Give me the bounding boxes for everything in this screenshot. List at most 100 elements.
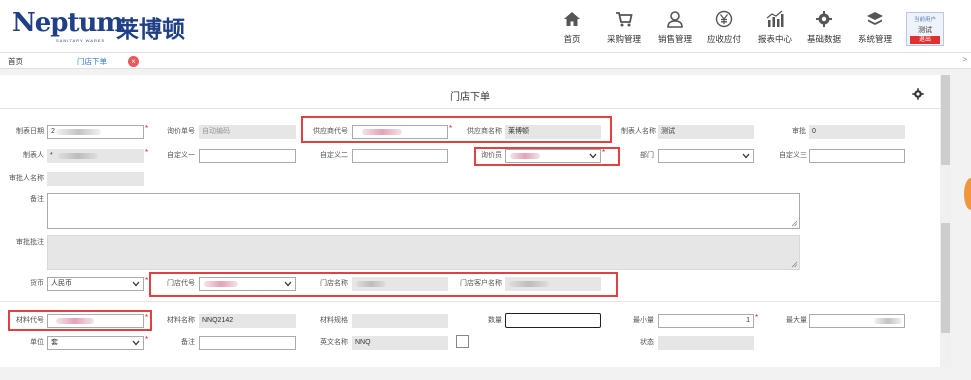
logo-subtitle: SANITARY WARES [56,38,106,43]
custom2-input[interactable] [352,149,448,163]
resize-handle-icon[interactable] [791,220,798,227]
label-supplier-name: 供应商名称 [467,128,502,135]
remark-textarea[interactable] [47,193,800,229]
redacted-mark [56,318,94,324]
approver-field [47,172,144,186]
label-currency: 货币 [30,280,44,287]
inquiry-no-field: 自动编码 [199,125,296,139]
label-audit: 审批 [792,128,806,135]
redacted-mark [509,281,549,287]
quantity-input[interactable] [505,313,601,328]
label-remark2: 备注 [181,339,195,346]
currency-select[interactable]: 人民币 [47,277,144,291]
nav-label-receivable: 应收应付 [706,34,741,44]
page-title: 门店下单 [450,92,490,103]
redacted-mark [362,129,402,135]
nav-item-system[interactable]: 系统管理 [848,10,902,46]
redacted-mark [510,153,540,159]
label-custom3: 自定义三 [779,152,807,159]
tab-strip: 首页 门店下单 × > [0,52,971,69]
required-mark: * [145,148,149,157]
label-custom2: 自定义二 [320,152,348,159]
required-mark: * [755,313,759,322]
label-store-customer: 门店客户名称 [460,280,502,287]
logout-button[interactable]: 退出 [910,36,940,44]
nav-item-purchase[interactable]: 采购管理 [597,10,651,46]
material-name-field: NNQ2142 [199,314,296,328]
label-approval-note: 审批批注 [16,239,44,246]
scrollbar-thumb[interactable] [941,75,950,165]
gear-icon [816,11,832,27]
eng-name-field: NNQ [352,336,448,350]
main-panel: 门店下单 制表日期 2 * 询价单号 自动编码 供应商代号 * 供应商名称 莱博… [0,75,940,367]
scrollbar-thumb-lower[interactable] [941,223,950,333]
label-remark: 备注 [30,196,44,203]
label-dept: 部门 [640,152,654,159]
label-store-name: 门店名称 [320,280,348,287]
checkbox[interactable] [456,335,469,348]
label-approver: 审批人名称 [9,175,44,182]
nav-item-basic-data[interactable]: 基础数据 [797,10,851,46]
nav-label-home: 首页 [563,34,581,44]
maker-name-field: 测试 [658,125,754,139]
unit-select[interactable]: 套 [47,336,144,350]
vertical-scrollbar[interactable] [940,75,951,367]
required-mark: * [602,148,606,157]
label-custom1: 自定义一 [167,152,195,159]
side-float-tab[interactable] [964,178,971,210]
required-mark: * [145,335,149,344]
supplier-name-field: 莱博顿 [505,125,601,139]
chevron-down-icon [589,153,597,159]
label-make-date: 制表日期 [16,128,44,135]
nav-item-receivable[interactable]: 应收应付 [697,10,751,46]
label-maker-name: 制表人名称 [621,128,656,135]
dept-select[interactable] [658,149,754,163]
remark2-input[interactable] [199,336,296,350]
logo-cn-text: 莱博顿 [116,17,185,43]
logo-text: Neptum [12,8,124,38]
material-spec-field [352,314,448,328]
approval-note-textarea [47,235,800,270]
section-divider [0,301,940,302]
cart-icon [616,12,633,27]
chevron-down-icon [284,281,292,287]
required-mark: * [145,313,149,322]
status-field [658,336,754,350]
chevron-down-icon [132,340,140,346]
close-tab-icon[interactable]: × [128,56,139,67]
label-store-code: 门店代号 [167,280,195,287]
user-icon [667,11,683,28]
unit-value: 套 [51,339,58,346]
nav-item-reports[interactable]: 报表中心 [748,10,802,46]
nav-item-home[interactable]: 首页 [545,10,599,46]
nav-label-reports: 报表中心 [757,34,792,44]
tab-scroll-right-icon[interactable]: > [962,55,967,64]
custom1-input[interactable] [199,149,296,163]
user-name: 测试 [918,27,932,34]
tab-home[interactable]: 首页 [8,55,23,68]
label-unit: 单位 [30,339,44,346]
home-icon [564,12,580,26]
resize-handle-icon [791,261,798,268]
bar-chart-icon [766,10,784,27]
label-inquirer: 询价员 [481,152,502,159]
custom3-input[interactable] [809,149,905,163]
user-panel: 当前用户 测试 退出 [906,12,944,46]
label-supplier-code: 供应商代号 [313,128,348,135]
current-user-label: 当前用户 [913,17,936,23]
label-min-qty: 最小量 [633,317,654,324]
required-mark: * [145,124,149,133]
tab-store-order[interactable]: 门店下单 [77,55,107,68]
label-material-spec: 材料规格 [320,317,348,324]
settings-gear-icon[interactable] [912,88,924,100]
label-material-name: 材料名称 [167,317,195,324]
min-qty-input[interactable]: 1 [658,314,754,328]
make-date-value: 2 [51,128,55,135]
nav-item-sales[interactable]: 销售管理 [648,10,702,46]
label-maker: 制表人 [23,152,44,159]
label-quantity: 数量 [488,317,502,324]
nav-label-purchase: 采购管理 [606,34,641,44]
nav-label-basic-data: 基础数据 [806,34,841,44]
redacted-mark [56,129,101,135]
chevron-down-icon [742,153,750,159]
